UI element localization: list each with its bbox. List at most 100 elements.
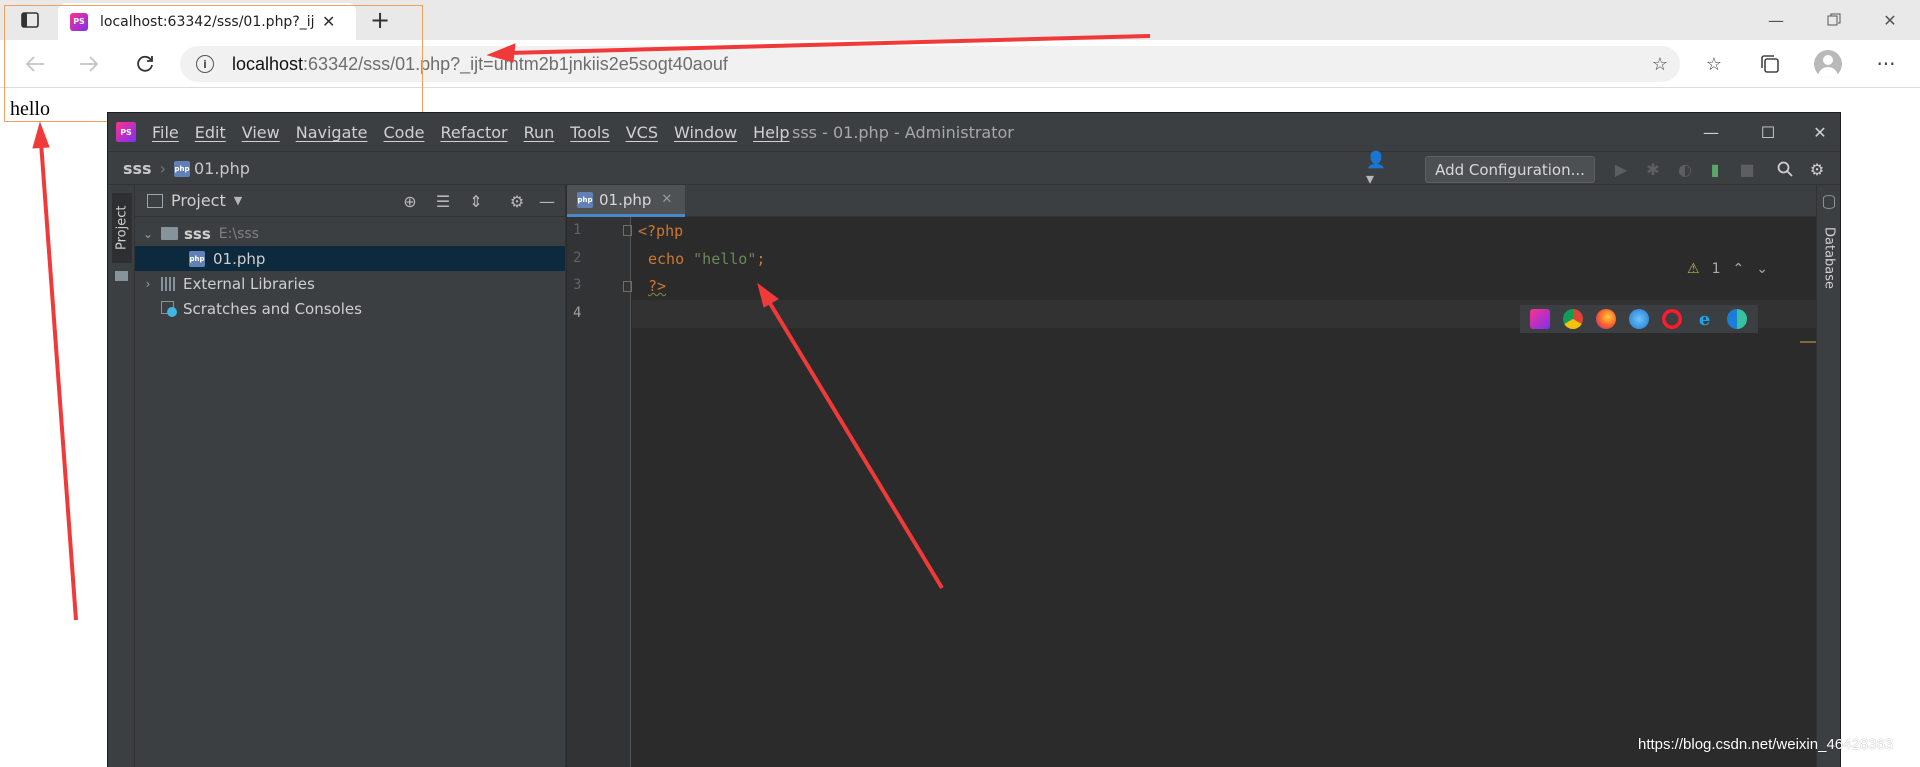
hello-string: "hello" [693,250,757,268]
chrome-icon[interactable] [1563,309,1584,329]
breadcrumb-file[interactable]: 01.php [194,159,250,178]
menu-navigate[interactable]: Navigate [296,123,368,142]
more-options-icon[interactable]: ··· [1874,52,1898,76]
tree-label-sss: sss [184,224,211,243]
folder-strip-icon [115,271,128,281]
collapse-all-icon[interactable]: ⇕ [466,191,486,211]
ide-window-title: sss - 01.php - Administrator [792,123,1014,142]
ide-menu-bar: File Edit View Navigate Code Refactor Ru… [152,123,806,142]
menu-view[interactable]: View [242,123,280,142]
inspection-widget[interactable]: ⚠ 1 ⌃ ⌄ [1687,261,1768,277]
project-tool-window-tab[interactable]: Project [112,193,132,263]
add-favorite-icon[interactable]: ☆ [1652,54,1668,75]
fold-marker-icon[interactable] [623,281,632,292]
csdn-watermark: https://blog.csdn.net/weixin_46428363 [1638,736,1894,753]
ide-maximize-button[interactable]: ☐ [1748,119,1788,145]
php-close-tag: ?> [648,277,667,295]
project-panel-title[interactable]: Project ▼ [147,191,242,210]
warning-triangle-icon: ⚠ [1687,261,1700,277]
menu-window[interactable]: Window [674,123,737,142]
tree-node-01-php[interactable]: php 01.php [135,246,565,271]
hide-panel-icon[interactable]: — [537,191,557,211]
ide-close-button[interactable]: ✕ [1800,119,1840,145]
database-icon [1823,195,1835,209]
ide-minimize-button[interactable]: — [1691,119,1731,145]
annotation-highlight-box [4,5,423,122]
profile-run-icon[interactable]: ▮ [1704,159,1726,179]
left-tool-strip: Project [108,185,135,767]
ide-navigation-bar: sss › php 01.php 👤▾ Add Configuration...… [108,150,1840,188]
library-icon [161,276,177,291]
opera-icon[interactable] [1661,309,1682,329]
minimize-window-button[interactable]: — [1754,6,1798,34]
phpstorm-browser-icon[interactable] [1530,309,1551,329]
menu-help[interactable]: Help [753,123,789,142]
profile-avatar[interactable] [1814,50,1842,78]
add-configuration-button[interactable]: Add Configuration... [1425,156,1595,183]
coverage-icon[interactable]: ◐ [1674,159,1696,179]
project-panel-title-text: Project [171,191,226,210]
menu-vcs[interactable]: VCS [626,123,658,142]
expand-all-icon[interactable]: ☰ [433,191,453,211]
stop-icon[interactable]: ■ [1736,159,1758,179]
database-tool-window-tab[interactable]: Database [1820,213,1838,303]
restore-window-button[interactable] [1812,6,1856,34]
close-window-button[interactable]: ✕ [1868,6,1912,34]
code-line-2: echo "hello"; [648,245,765,273]
user-account-icon[interactable]: 👤▾ [1366,150,1388,188]
panel-settings-gear-icon[interactable]: ⚙ [507,191,527,211]
code-area[interactable]: <?php echo "hello"; ?> ⚠ 1 ⌃ ⌄ e [632,217,1818,767]
run-icon[interactable]: ▶ [1610,159,1632,179]
editor-tab-bar: php 01.php ✕ [567,185,1818,217]
breadcrumb-project[interactable]: sss [123,159,152,178]
menu-run[interactable]: Run [524,123,555,142]
line-number: 2 [573,250,582,266]
project-panel-header: Project ▼ ⊕ ☰ ⇕ ⚙ — [135,185,565,217]
collapse-arrow-icon[interactable]: › [141,277,155,291]
code-line-1: <?php [638,217,683,245]
php-file-icon: php [577,191,593,208]
tree-node-external-libraries[interactable]: › External Libraries [135,271,565,296]
tree-node-scratches[interactable]: Scratches and Consoles [135,296,565,321]
editor-tab-01-php[interactable]: php 01.php ✕ [567,185,685,217]
tree-label-scratches: Scratches and Consoles [183,299,362,318]
firefox-icon[interactable] [1596,309,1617,329]
php-open-tag: <?php [638,222,684,240]
menu-file[interactable]: File [152,123,179,142]
open-in-browser-bar: e [1520,305,1758,333]
fold-marker-icon[interactable] [623,225,632,236]
line-number: 4 [573,305,582,321]
internet-explorer-icon[interactable]: e [1694,309,1715,330]
favorites-icon[interactable]: ☆ [1702,52,1726,76]
breadcrumb-separator-icon: › [159,159,166,178]
collections-icon[interactable] [1758,52,1782,76]
settings-gear-icon[interactable]: ⚙ [1806,159,1828,179]
phpstorm-window: PS File Edit View Navigate Code Refactor… [107,112,1841,767]
tree-label-01-php: 01.php [213,249,266,268]
phpstorm-logo-icon: PS [116,122,136,142]
project-view-icon [147,193,163,208]
tree-node-sss[interactable]: ⌄ sss E:\sss [135,221,565,246]
menu-code[interactable]: Code [384,123,425,142]
line-number: 1 [573,222,582,238]
editor-tab-close-icon[interactable]: ✕ [661,192,672,207]
echo-keyword: echo [648,250,685,268]
menu-tools[interactable]: Tools [570,123,609,142]
restore-icon [1827,13,1841,26]
semicolon: ; [756,250,766,268]
menu-refactor[interactable]: Refactor [440,123,507,142]
folder-icon [161,227,178,240]
ide-title-bar: PS File Edit View Navigate Code Refactor… [108,113,1840,151]
safari-icon[interactable] [1628,309,1649,329]
search-icon[interactable] [1774,159,1796,179]
previous-highlight-icon[interactable]: ⌃ [1733,261,1745,277]
error-stripe-marker[interactable] [1800,341,1816,343]
locate-file-icon[interactable]: ⊕ [400,191,420,211]
menu-edit[interactable]: Edit [195,123,226,142]
edge-icon[interactable] [1727,309,1748,329]
expand-arrow-icon[interactable]: ⌄ [141,227,155,241]
next-highlight-icon[interactable]: ⌄ [1756,261,1768,277]
code-editor: php 01.php ✕ 1 2 3 4 <?php echo "hello" … [567,185,1818,767]
debug-icon[interactable]: ✱ [1642,159,1664,179]
editor-tab-label: 01.php [599,190,652,209]
